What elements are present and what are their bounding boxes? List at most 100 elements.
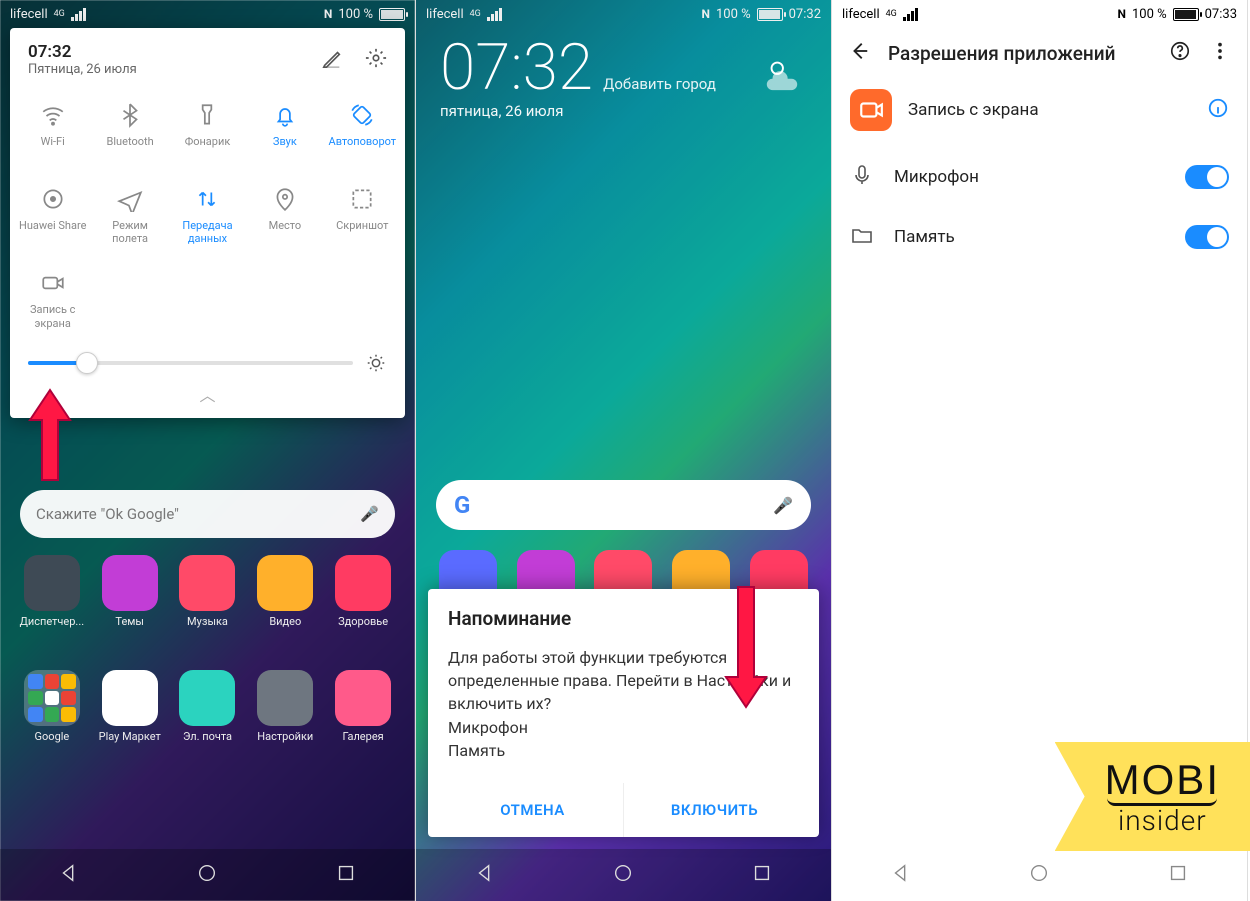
app-label: Музыка <box>187 615 228 628</box>
qs-tile-label: Звук <box>273 135 297 161</box>
screenshot-2-permission-dialog: lifecell 4G N 100 % 07:32 07:32 Добавить… <box>416 0 832 901</box>
app-icon <box>179 555 235 611</box>
battery-percent: 100 % <box>338 7 373 22</box>
qs-tile-label: Bluetooth <box>107 135 154 161</box>
nav-back-icon[interactable] <box>474 862 496 888</box>
app-label: Видео <box>269 615 301 628</box>
flashlight-icon <box>194 99 220 131</box>
qs-tile-screenshot[interactable]: Скриншот <box>324 175 401 255</box>
tutorial-arrow-icon <box>20 380 80 494</box>
edit-icon[interactable] <box>321 47 343 73</box>
nav-recents-icon[interactable] <box>1167 862 1189 888</box>
voice-search-icon[interactable]: 🎤 <box>360 505 379 523</box>
qs-tile-share[interactable]: Huawei Share <box>14 175 91 255</box>
permission-toggle[interactable] <box>1185 165 1229 189</box>
status-bar: lifecell 4G N 100 % 07:33 <box>832 0 1247 28</box>
cancel-button[interactable]: ОТМЕНА <box>442 783 623 837</box>
nav-back-icon[interactable] <box>890 862 912 888</box>
navigation-bar <box>0 849 415 901</box>
weather-icon[interactable] <box>763 54 801 96</box>
qs-tile-label: Фонарик <box>185 135 231 161</box>
qs-tile-rotate[interactable]: Автоповорот <box>324 91 401 171</box>
quick-settings-panel[interactable]: 07:32 Пятница, 26 июля Wi-FiBluetoothФон… <box>10 28 405 418</box>
enable-button[interactable]: ВКЛЮЧИТЬ <box>623 783 805 837</box>
permission-toggle[interactable] <box>1185 225 1229 249</box>
qs-tile-label: Место <box>269 219 302 245</box>
app-icon <box>335 555 391 611</box>
watermark-line1: MOBI <box>1105 756 1220 804</box>
qs-tile-bell[interactable]: Звук <box>246 91 323 171</box>
help-icon[interactable] <box>1169 40 1191 67</box>
qs-tile-label: Запись сэкрана <box>30 303 75 329</box>
qs-tile-plane[interactable]: Режимполета <box>91 175 168 255</box>
brightness-slider[interactable] <box>28 361 353 365</box>
more-icon[interactable] <box>1209 40 1231 67</box>
battery-icon <box>1173 8 1199 21</box>
qs-tile-wifi[interactable]: Wi-Fi <box>14 91 91 171</box>
app-icon <box>850 89 892 131</box>
voice-search-icon[interactable]: 🎤 <box>773 496 793 515</box>
signal-icon <box>71 8 86 21</box>
navigation-bar <box>416 849 831 901</box>
app-Здоровье[interactable]: Здоровье <box>329 555 397 628</box>
nav-home-icon[interactable] <box>196 862 218 888</box>
app-label: Google <box>35 730 70 743</box>
app-label: Эл. почта <box>183 730 232 743</box>
qs-tile-flashlight[interactable]: Фонарик <box>169 91 246 171</box>
info-icon[interactable] <box>1207 97 1229 123</box>
auto-brightness-icon[interactable] <box>365 352 387 374</box>
back-icon[interactable] <box>848 40 870 67</box>
app-Play Маркет[interactable]: Play Маркет <box>96 670 164 743</box>
nav-back-icon[interactable] <box>58 862 80 888</box>
qs-tile-data[interactable]: Передачаданных <box>169 175 246 255</box>
settings-icon[interactable] <box>365 47 387 73</box>
nav-recents-icon[interactable] <box>751 862 773 888</box>
nfc-icon: N <box>1117 7 1125 21</box>
qs-tile-record[interactable]: Запись сэкрана <box>14 259 91 339</box>
mic-icon <box>850 163 874 191</box>
navigation-bar <box>832 849 1247 901</box>
nav-home-icon[interactable] <box>612 862 634 888</box>
qs-time: 07:32 <box>28 42 137 62</box>
bluetooth-icon <box>117 99 143 131</box>
wifi-icon <box>40 99 66 131</box>
app-label: Диспетчер... <box>20 615 85 628</box>
home-clock-widget[interactable]: 07:32 Добавить город пятница, 26 июля <box>440 36 716 120</box>
app-icon <box>257 670 313 726</box>
carrier-label: lifecell <box>426 7 464 22</box>
qs-tile-label: Huawei Share <box>19 219 86 245</box>
add-city-link[interactable]: Добавить город <box>603 75 716 93</box>
qs-tile-bluetooth[interactable]: Bluetooth <box>91 91 168 171</box>
nav-recents-icon[interactable] <box>335 862 357 888</box>
app-Видео[interactable]: Видео <box>251 555 319 628</box>
app-Галерея[interactable]: Галерея <box>329 670 397 743</box>
search-hint: Скажите "Ok Google" <box>36 505 179 523</box>
location-icon <box>272 183 298 215</box>
app-icon <box>24 555 80 611</box>
app-Эл. почта[interactable]: Эл. почта <box>174 670 242 743</box>
page-title: Разрешения приложений <box>888 42 1115 65</box>
clock-date: пятница, 26 июля <box>440 102 716 120</box>
app-Темы[interactable]: Темы <box>96 555 164 628</box>
battery-icon <box>757 8 783 21</box>
app-icon <box>179 670 235 726</box>
network-type: 4G <box>886 9 897 19</box>
google-search-bar[interactable]: Скажите "Ok Google" 🎤 <box>20 490 395 538</box>
qs-tile-location[interactable]: Место <box>246 175 323 255</box>
app-Google[interactable]: Google <box>18 670 86 743</box>
nav-home-icon[interactable] <box>1028 862 1050 888</box>
network-type: 4G <box>470 9 481 19</box>
app-Музыка[interactable]: Музыка <box>174 555 242 628</box>
folder-icon <box>24 670 80 726</box>
watermark-badge: MOBI insider <box>1055 742 1250 851</box>
app-Настройки[interactable]: Настройки <box>251 670 319 743</box>
google-search-bar[interactable]: G 🎤 <box>436 480 811 530</box>
app-icon <box>257 555 313 611</box>
battery-icon <box>379 8 405 21</box>
share-icon <box>40 183 66 215</box>
app-Диспетчер...[interactable]: Диспетчер... <box>18 555 86 628</box>
permission-label: Микрофон <box>894 167 1165 187</box>
network-type: 4G <box>54 9 65 19</box>
app-label: Настройки <box>257 730 313 743</box>
permission-row-folder: Память <box>832 207 1247 267</box>
